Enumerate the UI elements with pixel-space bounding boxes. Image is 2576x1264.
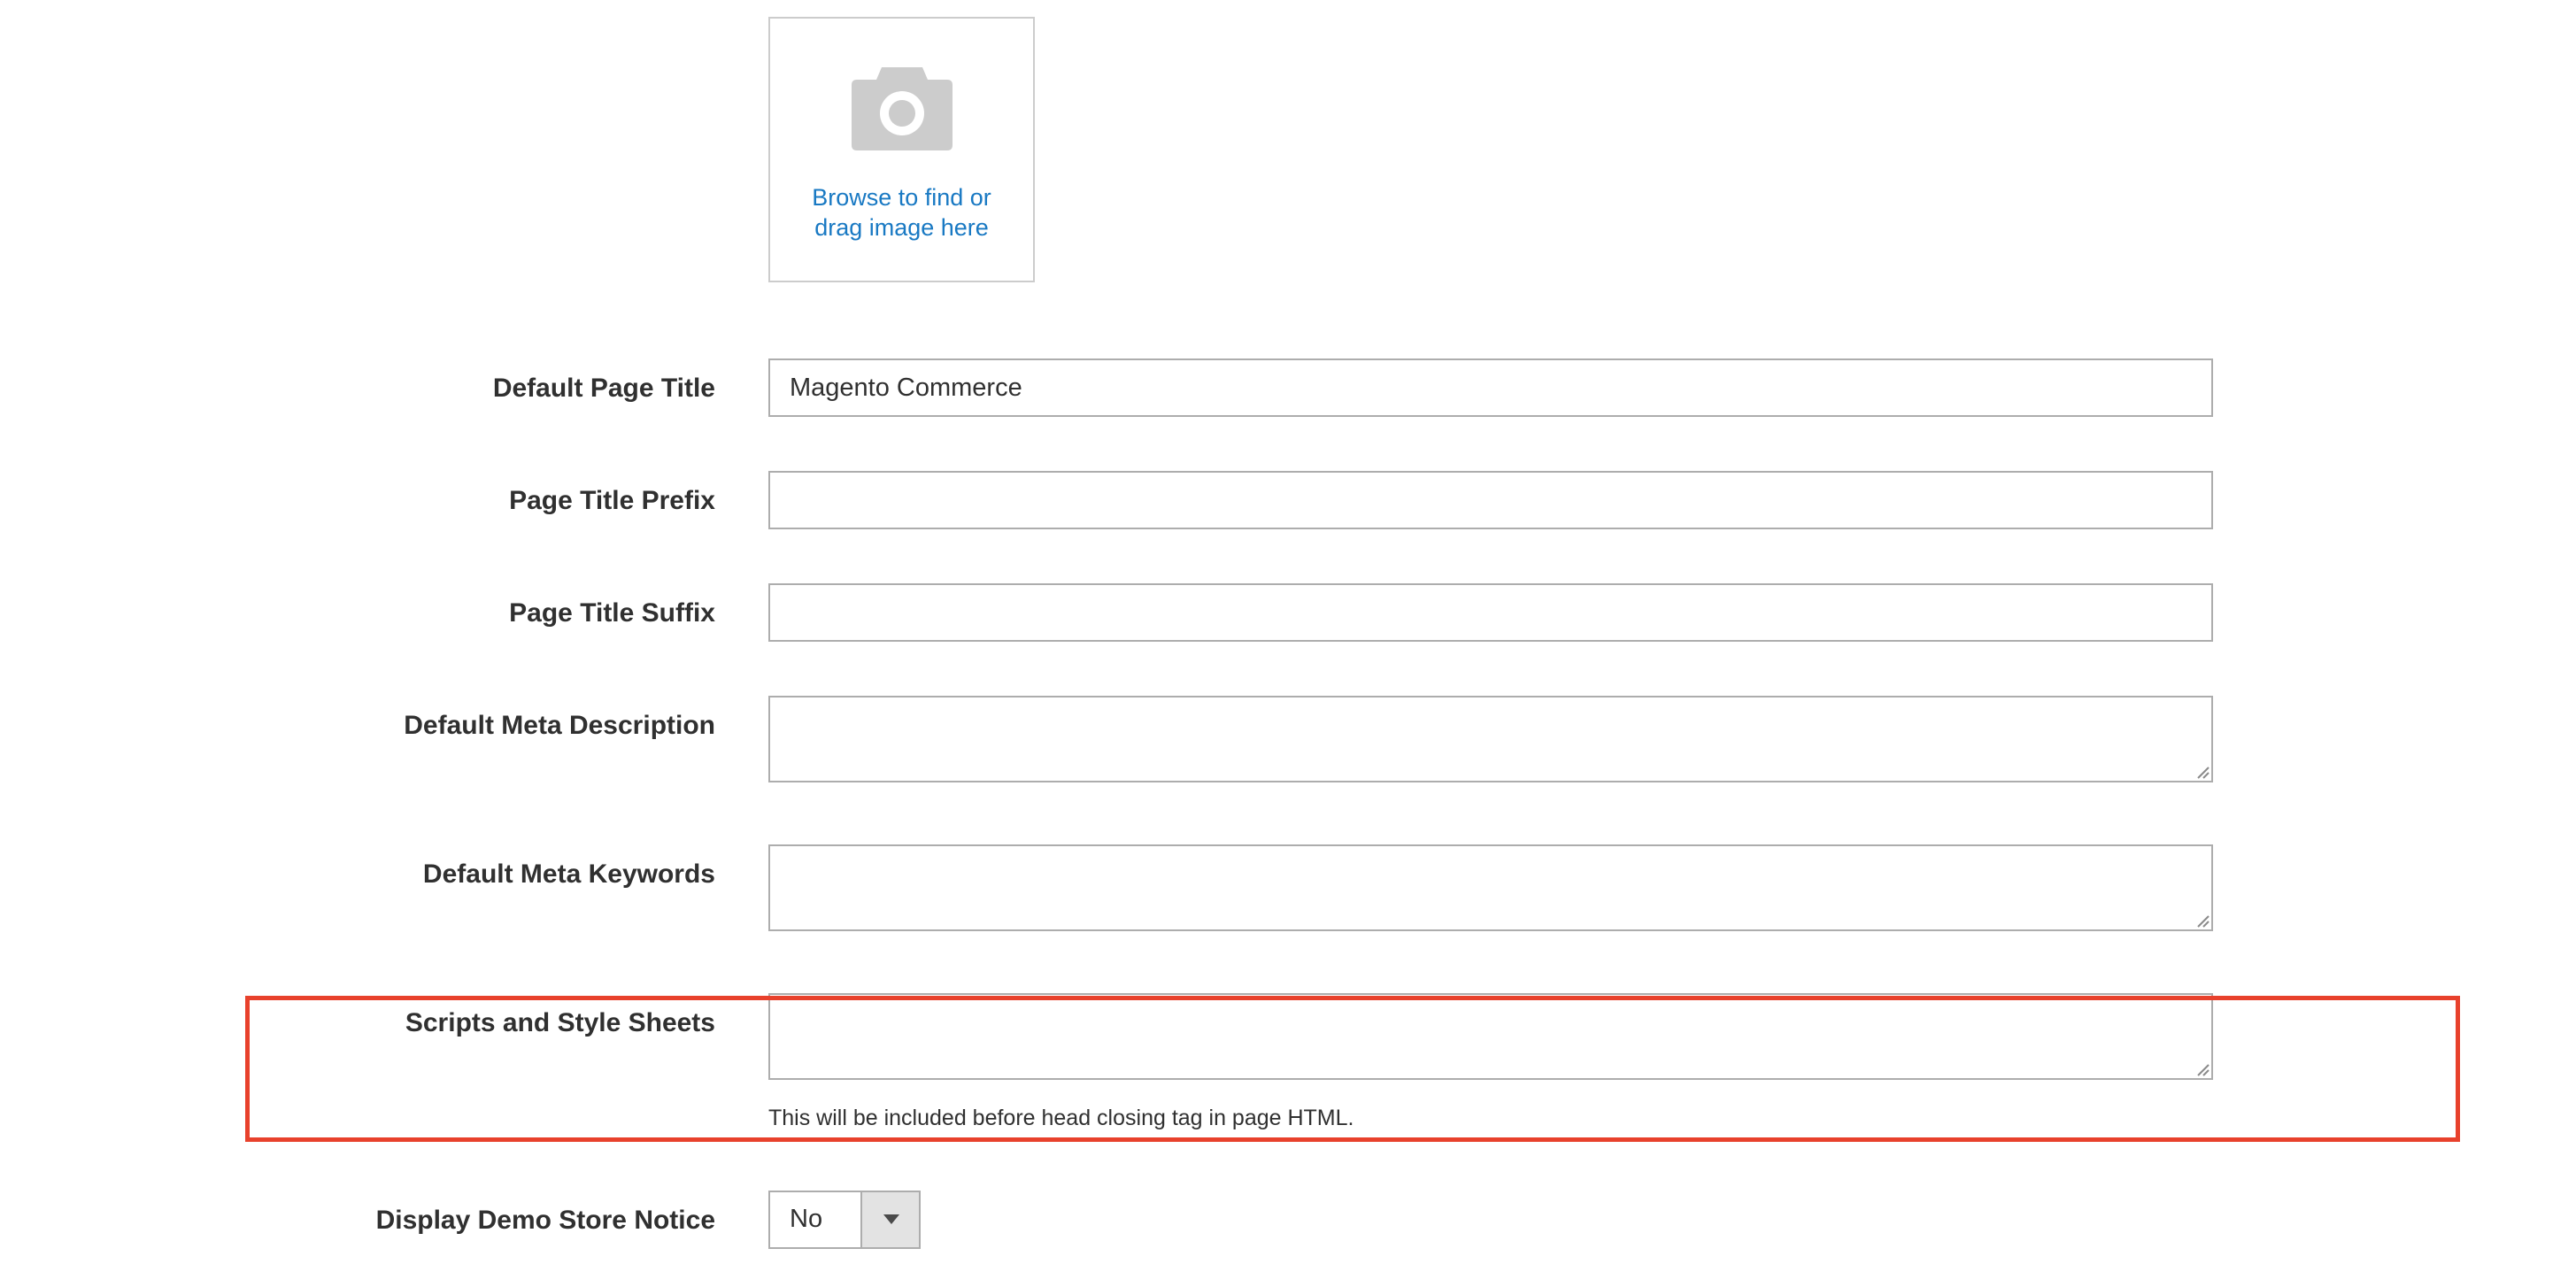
default-meta-keywords-label: Default Meta Keywords bbox=[422, 859, 715, 889]
image-upload-dropzone[interactable]: Browse to find or drag image here bbox=[768, 17, 1035, 282]
default-meta-description-textarea[interactable] bbox=[768, 696, 2213, 782]
resize-handle-icon[interactable] bbox=[2195, 1062, 2210, 1076]
browse-link[interactable]: Browse to find or drag image here bbox=[770, 182, 1033, 243]
chevron-down-icon bbox=[883, 1214, 899, 1224]
resize-handle-icon[interactable] bbox=[2195, 765, 2210, 779]
default-meta-keywords-textarea[interactable] bbox=[768, 844, 2213, 931]
default-meta-description-label: Default Meta Description bbox=[404, 711, 715, 740]
scripts-and-style-sheets-textarea[interactable] bbox=[768, 993, 2213, 1080]
camera-icon bbox=[852, 67, 953, 150]
dropdown-toggle-button[interactable] bbox=[860, 1192, 919, 1247]
browse-link-line-2[interactable]: drag image here bbox=[770, 212, 1033, 243]
default-page-title-label: Default Page Title bbox=[492, 374, 715, 403]
scripts-and-style-sheets-label: Scripts and Style Sheets bbox=[405, 1008, 715, 1037]
page-title-suffix-input[interactable] bbox=[768, 583, 2213, 642]
page-title-suffix-label: Page Title Suffix bbox=[509, 598, 715, 628]
page-title-prefix-label: Page Title Prefix bbox=[509, 486, 715, 515]
display-demo-store-notice-label: Display Demo Store Notice bbox=[375, 1206, 715, 1235]
resize-handle-icon[interactable] bbox=[2195, 913, 2210, 928]
default-page-title-input[interactable] bbox=[768, 358, 2213, 417]
page-title-prefix-input[interactable] bbox=[768, 471, 2213, 529]
display-demo-store-notice-select[interactable]: No bbox=[768, 1191, 921, 1249]
scripts-field-note: This will be included before head closin… bbox=[768, 1106, 1354, 1130]
select-value: No bbox=[790, 1205, 823, 1233]
browse-link-line-1[interactable]: Browse to find or bbox=[770, 182, 1033, 212]
page: Browse to find or drag image here Defaul… bbox=[0, 0, 2576, 1264]
